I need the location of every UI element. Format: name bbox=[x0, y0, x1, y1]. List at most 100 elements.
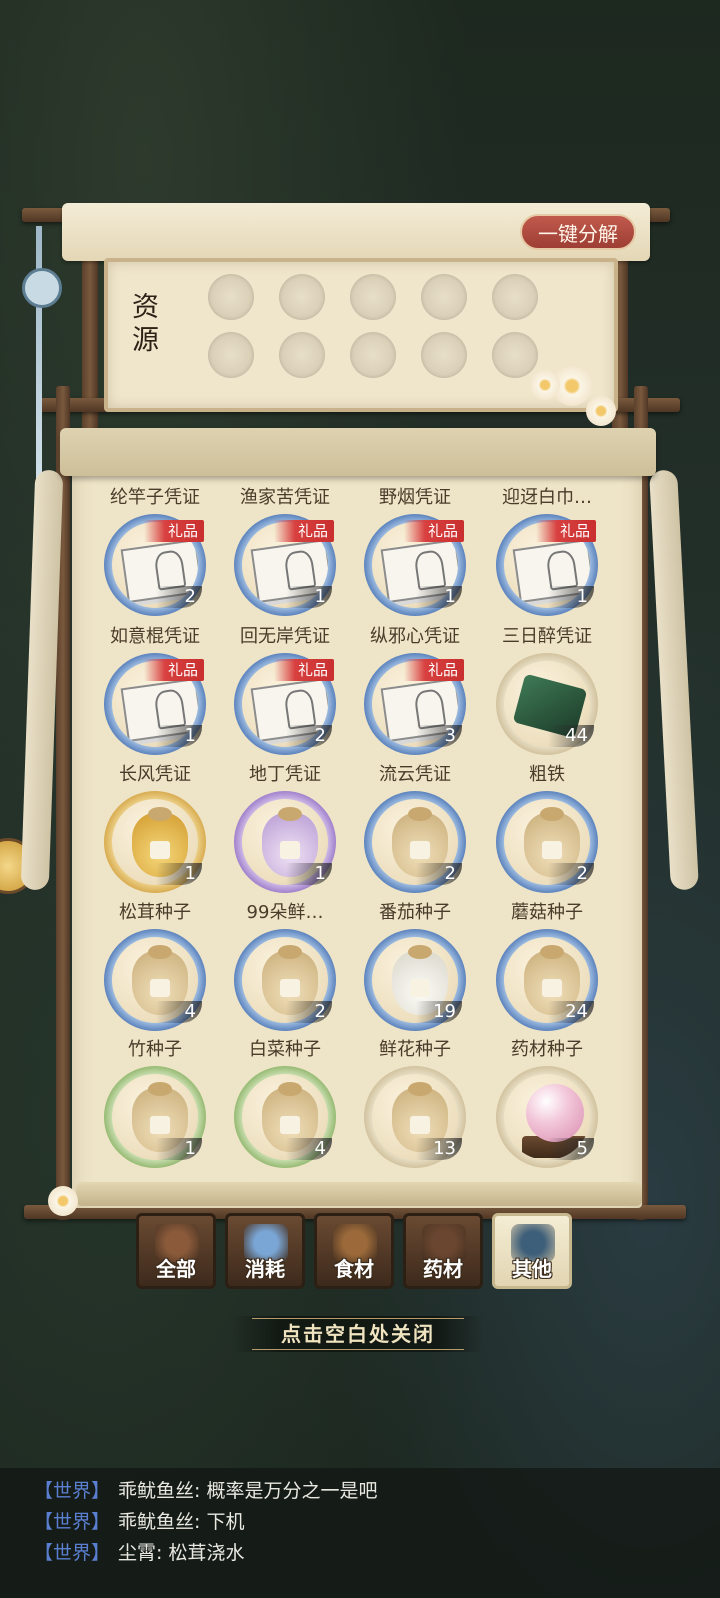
item-count: 24 bbox=[548, 1001, 594, 1023]
inventory-item[interactable]: 24 bbox=[496, 929, 598, 1031]
item-count: 4 bbox=[286, 1138, 332, 1160]
tab-label: 全部 bbox=[156, 1257, 196, 1281]
inventory-item[interactable]: 礼品 1 bbox=[364, 514, 466, 616]
inventory-item[interactable]: 礼品 3 bbox=[364, 653, 466, 755]
item-name: 野烟凭证 bbox=[379, 487, 451, 508]
flower-decoration-icon bbox=[586, 396, 616, 426]
resource-slot[interactable] bbox=[350, 332, 396, 378]
tab-label: 食材 bbox=[334, 1257, 374, 1281]
item-name: 长风凭证 bbox=[119, 764, 191, 785]
item-name: 纵邪心凭证 bbox=[370, 626, 460, 647]
resource-slot[interactable] bbox=[350, 274, 396, 320]
resource-slot[interactable] bbox=[208, 274, 254, 320]
item-name: 如意棍凭证 bbox=[110, 626, 200, 647]
chat-text: 尘霄: 松茸浇水 bbox=[118, 1542, 245, 1564]
resource-slot[interactable] bbox=[208, 332, 254, 378]
inventory-item[interactable]: 礼品 2 bbox=[104, 514, 206, 616]
item-count: 19 bbox=[416, 1001, 462, 1023]
item-name: 纶竿子凭证 bbox=[110, 487, 200, 508]
item-count: 2 bbox=[286, 1001, 332, 1023]
item-count: 1 bbox=[156, 863, 202, 885]
item-name: 番茄种子 bbox=[379, 902, 451, 923]
tab-label: 其他 bbox=[512, 1257, 552, 1281]
item-count: 1 bbox=[286, 863, 332, 885]
item-count: 4 bbox=[156, 1001, 202, 1023]
item-name: 蘑菇种子 bbox=[511, 902, 583, 923]
tab-label: 消耗 bbox=[245, 1257, 285, 1281]
item-name: 白菜种子 bbox=[249, 1039, 321, 1060]
item-name: 回无岸凭证 bbox=[240, 626, 330, 647]
inventory-item[interactable]: 2 bbox=[364, 791, 466, 893]
item-count: 1 bbox=[416, 586, 462, 608]
item-count: 5 bbox=[548, 1138, 594, 1160]
resource-slot[interactable] bbox=[279, 332, 325, 378]
inventory-item[interactable]: 44 bbox=[496, 653, 598, 755]
tab-label: 药材 bbox=[423, 1257, 463, 1281]
inventory-item[interactable]: 13 bbox=[364, 1066, 466, 1168]
chat-text: 乖鱿鱼丝: 概率是万分之一是吧 bbox=[118, 1480, 378, 1502]
item-name: 三日醉凭证 bbox=[502, 626, 592, 647]
item-count: 3 bbox=[416, 725, 462, 747]
crystal-orb-icon bbox=[526, 1084, 584, 1142]
inventory-item[interactable]: 2 bbox=[234, 929, 336, 1031]
close-hint[interactable]: 点击空白处关闭 bbox=[232, 1316, 484, 1352]
inventory-item[interactable]: 礼品 2 bbox=[234, 653, 336, 755]
inventory-item[interactable]: 1 bbox=[104, 791, 206, 893]
chat-message: 【世界】 乖鱿鱼丝: 概率是万分之一是吧 bbox=[34, 1476, 377, 1503]
item-name: 迎迓白巾… bbox=[502, 487, 592, 508]
gift-badge: 礼品 bbox=[536, 520, 596, 542]
chat-channel: 【世界】 bbox=[34, 1511, 111, 1533]
inventory-item[interactable]: 4 bbox=[234, 1066, 336, 1168]
chat-text: 乖鱿鱼丝: 下机 bbox=[118, 1511, 245, 1533]
chat-channel: 【世界】 bbox=[34, 1542, 111, 1564]
item-name: 99朵鲜… bbox=[246, 902, 324, 923]
resource-slot[interactable] bbox=[279, 274, 325, 320]
item-name: 地丁凭证 bbox=[249, 764, 321, 785]
tab-4[interactable]: 其他 bbox=[492, 1213, 572, 1289]
resource-slot[interactable] bbox=[492, 274, 538, 320]
item-count: 1 bbox=[548, 586, 594, 608]
item-name: 粗铁 bbox=[529, 764, 565, 785]
tab-2[interactable]: 食材 bbox=[314, 1213, 394, 1289]
inventory-item[interactable]: 5 bbox=[496, 1066, 598, 1168]
resource-slot[interactable] bbox=[421, 332, 467, 378]
gift-badge: 礼品 bbox=[144, 659, 204, 681]
inventory-item[interactable]: 2 bbox=[496, 791, 598, 893]
flower-decoration-icon bbox=[48, 1186, 78, 1216]
inventory-item[interactable]: 1 bbox=[234, 791, 336, 893]
chat-message: 【世界】 尘霄: 松茸浇水 bbox=[34, 1538, 244, 1565]
inventory-item[interactable]: 4 bbox=[104, 929, 206, 1031]
flower-decoration-icon bbox=[530, 370, 560, 400]
tab-1[interactable]: 消耗 bbox=[225, 1213, 305, 1289]
item-count: 2 bbox=[286, 725, 332, 747]
gift-badge: 礼品 bbox=[274, 659, 334, 681]
item-name: 竹种子 bbox=[128, 1039, 182, 1060]
jade-pendant-knot-icon bbox=[22, 268, 62, 308]
item-count: 13 bbox=[416, 1138, 462, 1160]
item-name: 渔家苦凭证 bbox=[240, 487, 330, 508]
item-count: 1 bbox=[286, 586, 332, 608]
resource-title: 资源 bbox=[127, 292, 158, 358]
inventory-item[interactable]: 19 bbox=[364, 929, 466, 1031]
one-key-decompose-button[interactable]: 一键分解 bbox=[520, 214, 636, 250]
inventory-item[interactable]: 礼品 1 bbox=[496, 514, 598, 616]
inventory-item[interactable]: 礼品 1 bbox=[234, 514, 336, 616]
resource-slot[interactable] bbox=[421, 274, 467, 320]
item-name: 流云凭证 bbox=[379, 764, 451, 785]
gift-badge: 礼品 bbox=[274, 520, 334, 542]
inventory-item[interactable]: 礼品 1 bbox=[104, 653, 206, 755]
tab-3[interactable]: 药材 bbox=[403, 1213, 483, 1289]
item-name: 鲜花种子 bbox=[379, 1039, 451, 1060]
inventory-item[interactable]: 1 bbox=[104, 1066, 206, 1168]
item-name: 药材种子 bbox=[511, 1039, 583, 1060]
resource-slot[interactable] bbox=[492, 332, 538, 378]
chat-message: 【世界】 乖鱿鱼丝: 下机 bbox=[34, 1507, 244, 1534]
item-count: 1 bbox=[156, 1138, 202, 1160]
world-chat-panel[interactable]: 【世界】 乖鱿鱼丝: 概率是万分之一是吧 【世界】 乖鱿鱼丝: 下机 【世界】 尘霄: 松… bbox=[0, 1468, 720, 1598]
item-name: 松茸种子 bbox=[119, 902, 191, 923]
item-count: 44 bbox=[548, 725, 594, 747]
tab-0[interactable]: 全部 bbox=[136, 1213, 216, 1289]
item-count: 2 bbox=[156, 586, 202, 608]
item-count: 2 bbox=[548, 863, 594, 885]
item-count: 1 bbox=[156, 725, 202, 747]
